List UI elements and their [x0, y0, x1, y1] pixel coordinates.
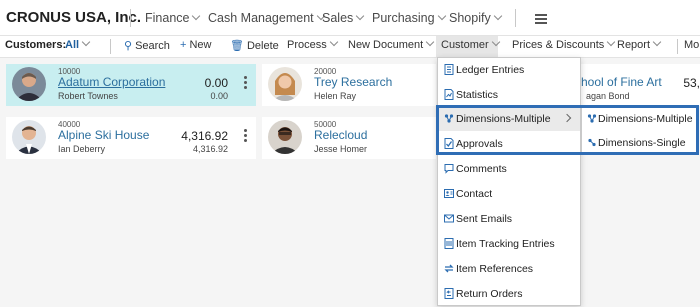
new-button[interactable]: + New	[180, 39, 211, 51]
customer-name[interactable]: Adatum Corporation	[58, 75, 165, 89]
menu-item-sent-emails[interactable]: Sent Emails	[438, 207, 580, 231]
chevron-down-icon	[329, 37, 338, 47]
action-bar: Customers: All ⚲ Search + New 🗑 Delete Proc…	[0, 36, 700, 58]
customers-label: Customers:	[5, 39, 67, 51]
avatar	[268, 120, 302, 154]
hamburger-menu-icon[interactable]	[535, 14, 547, 26]
comments-icon	[444, 164, 454, 174]
report-menu[interactable]: Report	[617, 37, 662, 51]
search-icon: ⚲	[124, 40, 133, 52]
chevron-down-icon	[493, 11, 502, 21]
customer-card[interactable]: 50000 Relecloud Jesse Homer	[262, 117, 436, 159]
nav-cash-management[interactable]: Cash Management	[208, 11, 325, 25]
contact-icon	[444, 189, 454, 198]
avatar	[268, 67, 302, 101]
chevron-down-icon	[425, 37, 435, 47]
customer-contact: Helen Ray	[314, 91, 357, 101]
chevron-down-icon	[81, 37, 91, 47]
more-menu[interactable]: Mo	[684, 39, 699, 51]
customer-balance: 0.00	[204, 76, 228, 90]
menu-item-contact[interactable]: Contact	[438, 182, 580, 206]
customer-name[interactable]: Alpine Ski House	[58, 128, 149, 142]
more-options-icon[interactable]	[244, 129, 247, 144]
filter-all[interactable]: All	[65, 37, 91, 51]
customer-card[interactable]: hool of Fine Art agan Bond 53,	[581, 64, 700, 106]
plus-icon: +	[180, 39, 187, 51]
trash-icon: 🗑	[230, 40, 244, 52]
customer-card[interactable]: 10000 Adatum Corporation Robert Townes 0…	[6, 64, 256, 106]
customer-contact: Robert Townes	[58, 91, 118, 101]
customer-card[interactable]: 40000 Alpine Ski House Ian Deberry 4,316…	[6, 117, 256, 159]
search-button[interactable]: ⚲ Search	[124, 39, 170, 52]
customer-contact: agan Bond	[586, 91, 630, 101]
customer-balance-due: 4,316.92	[192, 144, 228, 154]
nav-divider	[515, 9, 516, 27]
menu-item-statistics[interactable]: Statistics	[438, 83, 580, 107]
action-divider	[110, 39, 111, 54]
chevron-down-icon	[491, 37, 500, 47]
more-options-icon[interactable]	[244, 76, 247, 91]
customer-name[interactable]: Relecloud	[314, 128, 367, 142]
top-navigation: CRONUS USA, Inc. Finance Cash Management…	[0, 0, 700, 36]
delete-button[interactable]: 🗑 Delete	[230, 39, 279, 52]
tracking-icon	[444, 238, 454, 249]
menu-item-return-orders[interactable]: Return Orders	[438, 282, 580, 306]
customer-card[interactable]: 20000 Trey Research Helen Ray	[262, 64, 436, 106]
customer-name[interactable]: Trey Research	[314, 75, 392, 89]
menu-item-item-tracking-entries[interactable]: Item Tracking Entries	[438, 232, 580, 256]
chevron-down-icon	[607, 37, 616, 47]
nav-sales[interactable]: Sales	[322, 11, 365, 25]
nav-divider	[130, 9, 131, 27]
ledger-icon	[444, 64, 454, 75]
highlight-annotation-box	[436, 105, 699, 155]
chevron-down-icon	[652, 37, 662, 47]
customer-balance: 4,316.92	[181, 129, 228, 143]
avatar	[12, 120, 46, 154]
company-name[interactable]: CRONUS USA, Inc.	[6, 9, 141, 26]
nav-shopify[interactable]: Shopify	[449, 11, 502, 25]
menu-item-item-references[interactable]: Item References	[438, 257, 580, 281]
new-document-menu[interactable]: New Document	[348, 37, 435, 51]
chevron-down-icon	[437, 11, 446, 21]
return-icon	[444, 288, 454, 299]
avatar	[12, 67, 46, 101]
process-menu[interactable]: Process	[287, 37, 338, 51]
customer-name[interactable]: hool of Fine Art	[581, 75, 662, 89]
menu-item-comments[interactable]: Comments	[438, 157, 580, 181]
nav-finance[interactable]: Finance	[145, 11, 201, 25]
chevron-down-icon	[192, 11, 201, 21]
statistics-icon	[444, 89, 454, 100]
menu-item-ledger-entries[interactable]: Ledger Entries	[438, 58, 580, 82]
customer-dropdown-menu: Ledger Entries Statistics Dimensions-Mul…	[437, 57, 581, 306]
references-icon	[444, 264, 454, 273]
customer-balance-due: 0.00	[210, 91, 228, 101]
action-divider	[677, 39, 678, 54]
prices-discounts-menu[interactable]: Prices & Discounts	[512, 37, 616, 51]
email-icon	[444, 214, 454, 223]
customer-contact: Ian Deberry	[58, 144, 106, 154]
customer-balance: 53,	[683, 76, 700, 90]
customer-contact: Jesse Homer	[314, 144, 368, 154]
chevron-down-icon	[356, 11, 365, 21]
nav-purchasing[interactable]: Purchasing	[372, 11, 446, 25]
customer-menu[interactable]: Customer	[441, 37, 500, 51]
